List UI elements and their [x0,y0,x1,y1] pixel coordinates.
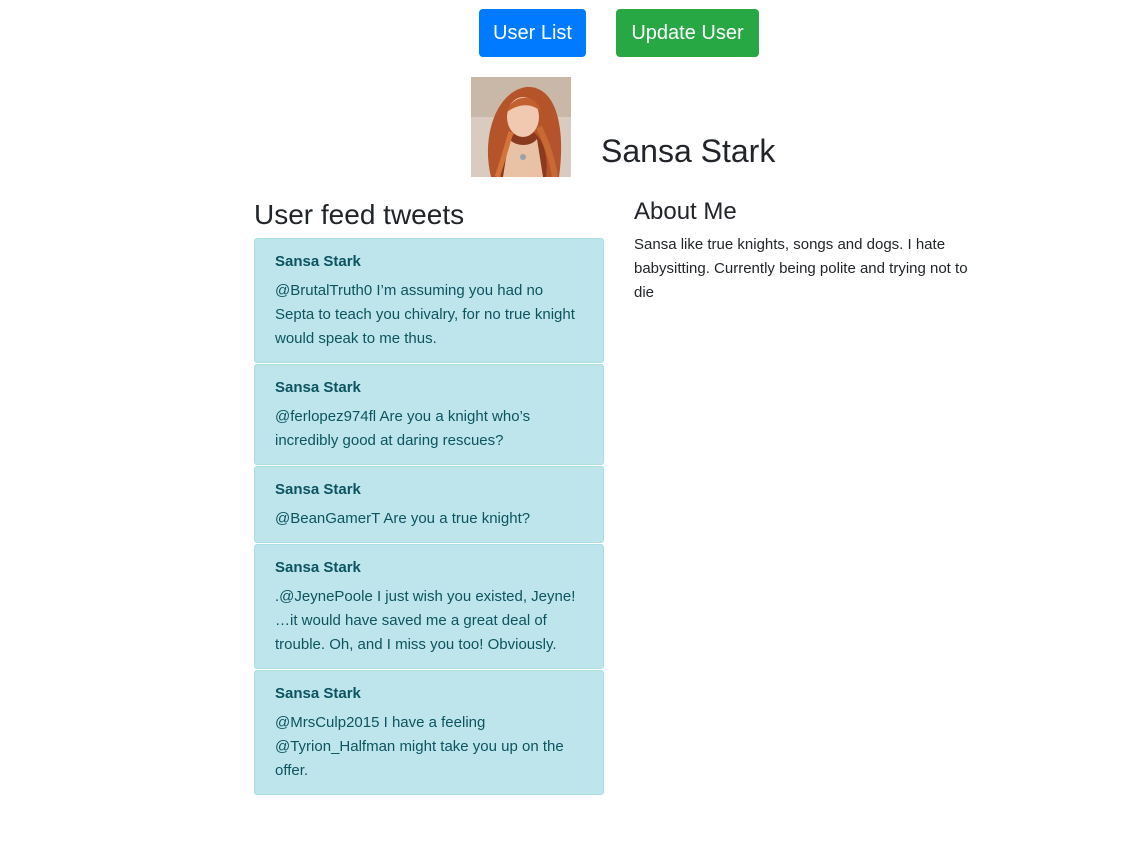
about-title: About Me [634,198,737,225]
tweet-text: @BrutalTruth0 I’m assuming you had no Se… [275,282,575,347]
profile-name: Sansa Stark [601,133,776,169]
tweet-author: Sansa Stark [275,253,361,270]
tweet-author: Sansa Stark [275,685,361,702]
tweet-author: Sansa Stark [275,379,361,396]
tweet-text: @BeanGamerT Are you a true knight? [275,510,531,527]
tweet-card: Sansa Stark @MrsCulp2015 I have a feelin… [254,670,604,795]
tweet-author: Sansa Stark [275,559,361,576]
user-list-button[interactable]: User List [479,9,586,57]
tweet-card: Sansa Stark .@JeynePoole I just wish you… [254,544,604,669]
tweet-card: Sansa Stark @BeanGamerT Are you a true k… [254,466,604,543]
update-user-button[interactable]: Update User [616,9,759,57]
about-text: Sansa like true knights, songs and dogs.… [634,236,968,301]
tweet-text: @ferlopez974fl Are you a knight who’s in… [275,408,531,449]
tweet-card: Sansa Stark @ferlopez974fl Are you a kni… [254,364,604,465]
tweet-text: @MrsCulp2015 I have a feeling @Tyrion_Ha… [275,714,564,779]
avatar [471,77,571,177]
tweet-list: Sansa Stark @BrutalTruth0 I’m assuming y… [254,238,604,796]
tweet-author: Sansa Stark [275,481,361,498]
feed-title: User feed tweets [254,199,465,230]
tweet-card: Sansa Stark @BrutalTruth0 I’m assuming y… [254,238,604,363]
tweet-text: .@JeynePoole I just wish you existed, Je… [275,588,576,653]
